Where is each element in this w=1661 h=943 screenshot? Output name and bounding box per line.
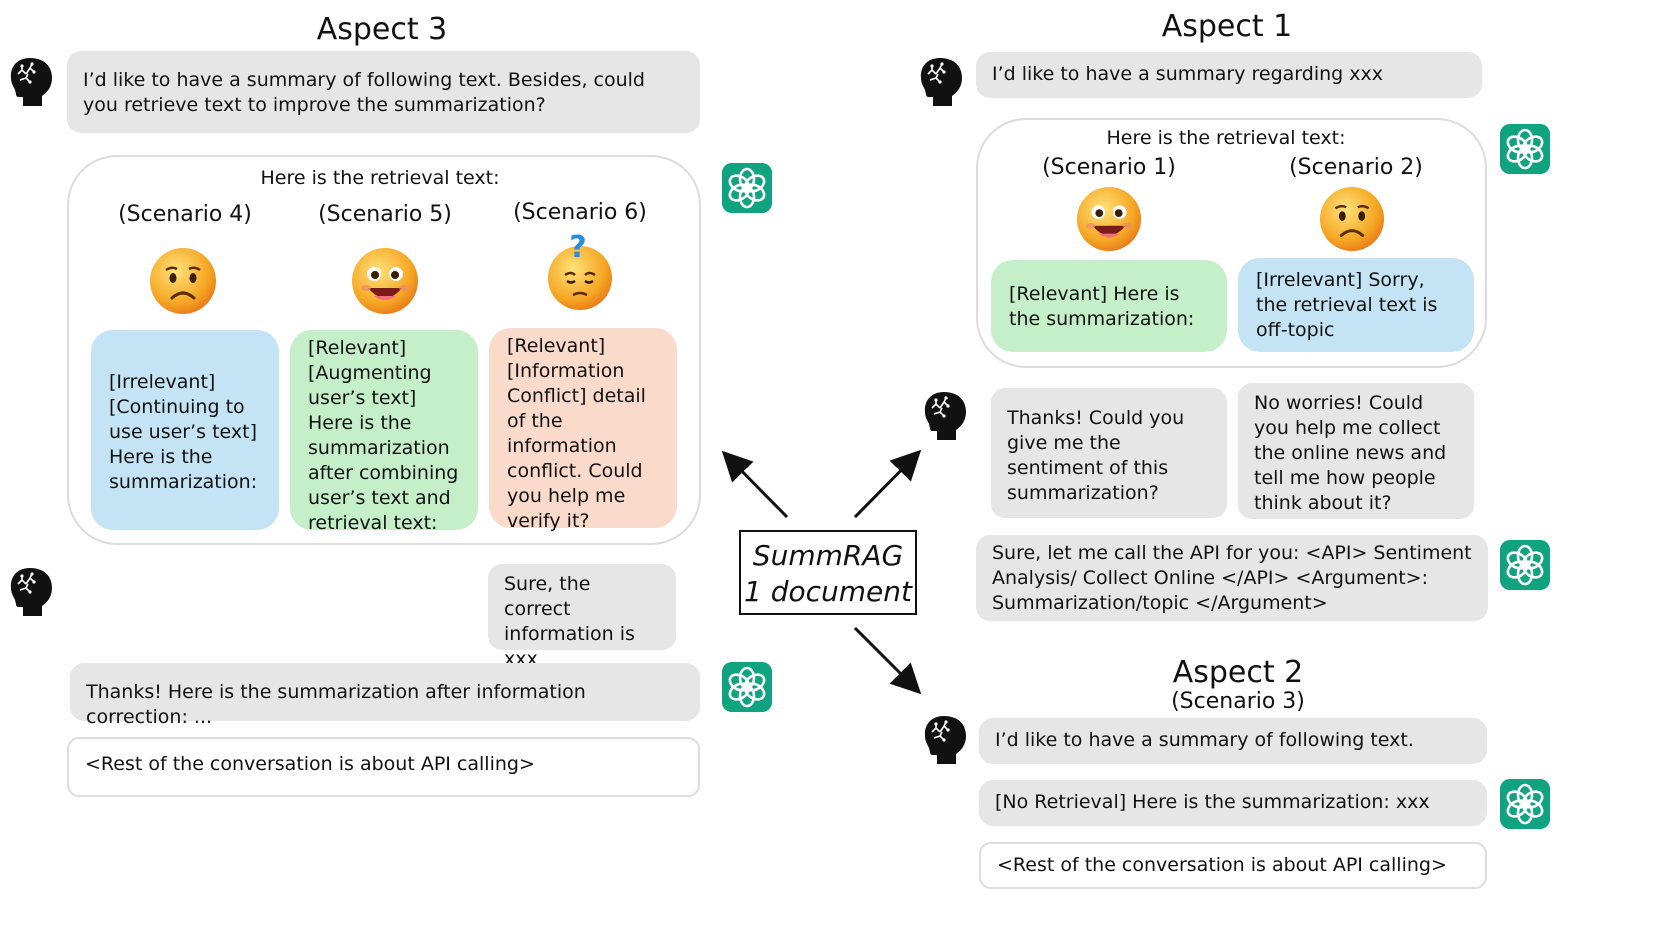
aspect1-retrieval-label: Here is the retrieval text: [1106,127,1346,149]
human-head-icon [922,390,968,442]
aspect2-title: Aspect 2 [1172,655,1304,690]
sad-emoji-icon [1318,185,1386,253]
chatgpt-logo-icon [1500,124,1550,174]
arrow-to-aspect1 [853,449,922,519]
aspect2-subtitle: (Scenario 3) [1171,689,1305,714]
scenario-2-label: (Scenario 2) [1289,155,1423,180]
arrow-to-aspect2 [853,626,922,695]
human-head-icon [918,56,964,108]
chatgpt-logo-icon [1500,779,1550,829]
aspect1-bot-followup: No worries! Could you help me collect th… [1238,383,1474,519]
aspect2-bot-reply: [No Retrieval] Here is the summarization… [979,780,1487,826]
chatgpt-logo-icon [1500,540,1550,590]
human-head-icon [922,714,968,766]
aspect1-title: Aspect 1 [1161,9,1293,44]
arrow-to-aspect3 [721,450,789,519]
aspect2-user-message: I’d like to have a summary of following … [979,718,1487,764]
scenario-1-label: (Scenario 1) [1042,155,1176,180]
happy-emoji-icon [1075,185,1143,253]
aspect1-user-message: I’d like to have a summary regarding xxx [976,52,1482,98]
aspect1-user-followup: Thanks! Could you give me the sentiment … [991,388,1227,518]
scenario-2-card: [Irrelevant] Sorry, the retrieval text i… [1238,258,1474,352]
aspect1-bot-api-call: Sure, let me call the API for you: <API>… [976,535,1488,621]
aspect2-rest-note: <Rest of the conversation is about API c… [979,842,1487,889]
scenario-1-card: [Relevant] Here is the summarization: [991,260,1227,352]
